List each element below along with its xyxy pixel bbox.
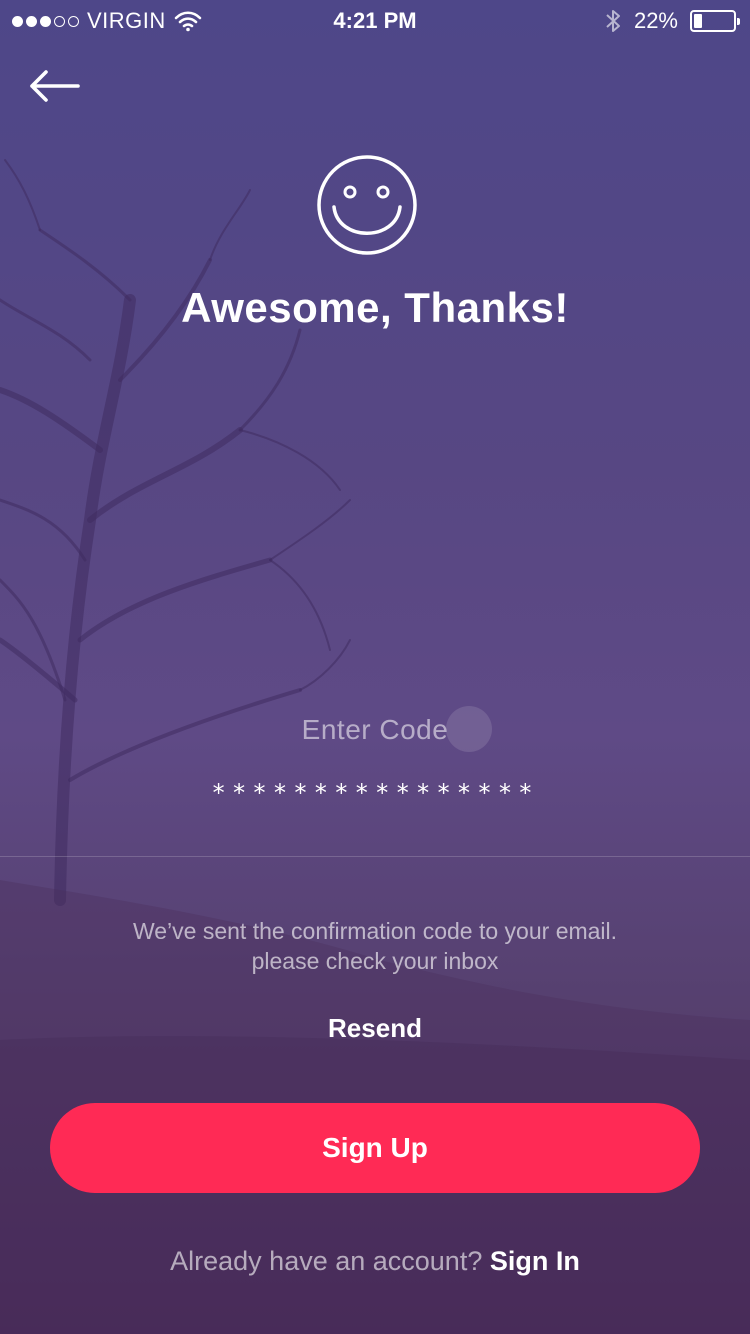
resend-link[interactable]: Resend (0, 1013, 750, 1044)
confirmation-message-line1: We’ve sent the confirmation code to your… (132, 918, 618, 944)
sign-in-link[interactable]: Sign In (490, 1246, 580, 1276)
touch-indicator (446, 706, 492, 752)
confirmation-message: We’ve sent the confirmation code to your… (0, 916, 750, 976)
code-input[interactable] (0, 776, 750, 810)
sign-up-button[interactable]: Sign Up (50, 1103, 700, 1193)
battery-percent: 22% (633, 8, 678, 33)
signin-prompt-text: Already have an account? (170, 1246, 483, 1276)
status-bar: VIRGIN 4:21 PM 22% (0, 0, 750, 40)
status-right: 22% (604, 8, 740, 34)
battery-level (694, 14, 702, 28)
smiley-icon (317, 155, 417, 255)
confirmation-message-line2: please check your inbox (251, 948, 499, 974)
input-underline (0, 856, 750, 857)
code-field-label: Enter Code (301, 714, 449, 745)
arrow-left-icon[interactable] (28, 66, 82, 106)
bluetooth-icon (606, 10, 620, 32)
battery-icon (690, 10, 740, 32)
signin-prompt: Already have an account? Sign In (0, 1246, 750, 1277)
page-title: Awesome, Thanks! (181, 284, 569, 331)
